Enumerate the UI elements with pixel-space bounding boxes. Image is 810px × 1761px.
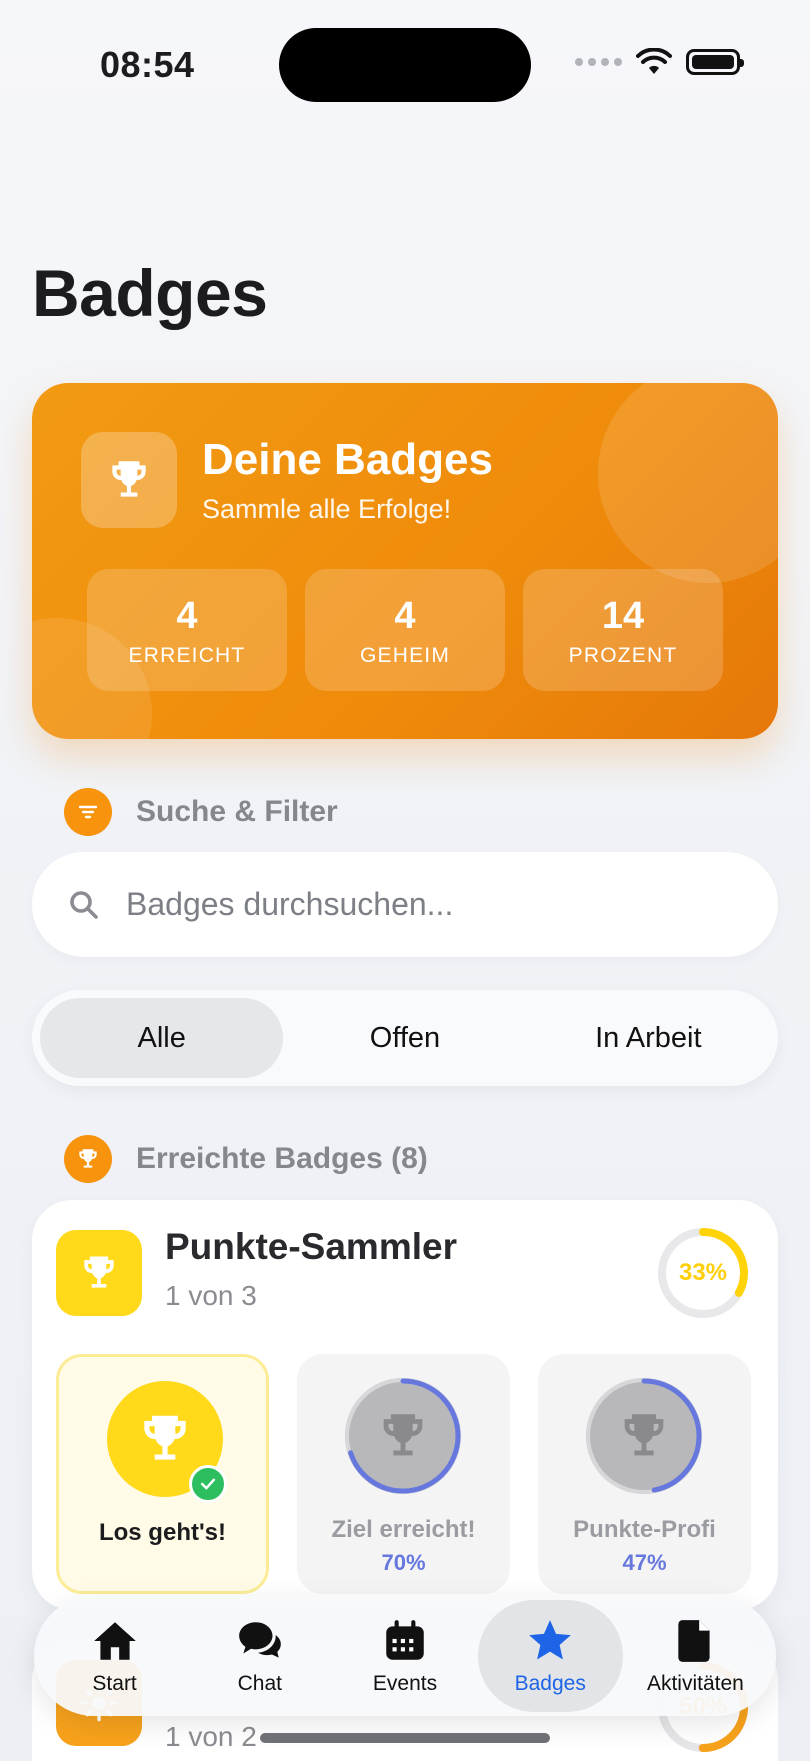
house-icon (93, 1622, 136, 1660)
decorative-circle (598, 383, 778, 583)
tab-start[interactable]: Start (42, 1600, 187, 1712)
cellular-signal-icon (575, 58, 622, 66)
progress-ring (586, 1378, 702, 1494)
wifi-icon (636, 48, 672, 74)
badge-tile-punkte-profi[interactable]: Punkte-Profi 47% (538, 1354, 751, 1594)
stat-achieved: 4 ERREICHT (87, 569, 287, 691)
calendar-icon (386, 1620, 424, 1660)
home-indicator (260, 1733, 550, 1743)
chat-bubbles-icon (238, 1622, 281, 1658)
tab-label: Badges (514, 1672, 586, 1695)
dynamic-island (279, 28, 531, 102)
badge-name: Los geht's! (98, 1519, 227, 1546)
tab-label: Chat (237, 1672, 282, 1695)
status-time: 08:54 (100, 44, 195, 85)
badge-group-subtitle: 1 von 3 (165, 1280, 257, 1311)
badges-screen: 08:54 Badges Deine Badges Sammle alle Er… (0, 0, 810, 1761)
stat-secret: 4 GEHEIM (305, 569, 505, 691)
stat-value: 4 (394, 595, 416, 637)
segment-offen[interactable]: Offen (283, 998, 526, 1078)
star-icon (529, 1620, 572, 1660)
achieved-section-header: Erreichte Badges (8) (64, 1135, 428, 1183)
badge-progress-percent: 70% (381, 1550, 426, 1575)
section-label: Suche & Filter (136, 795, 338, 828)
badge-group-title: Punkte-Sammler (165, 1226, 457, 1267)
badge-name: Ziel erreicht! (331, 1516, 476, 1543)
trophy-icon (81, 432, 177, 528)
hero-title: Deine Badges (202, 435, 493, 484)
tab-aktivitaeten[interactable]: Aktivitäten (623, 1600, 768, 1712)
filter-section-header: Suche & Filter (64, 788, 338, 836)
tab-badges[interactable]: Badges (477, 1600, 623, 1712)
status-icons (575, 48, 744, 76)
filter-icon (64, 788, 112, 836)
search-icon (70, 890, 98, 919)
badge-progress-percent: 47% (622, 1550, 667, 1575)
tab-chat[interactable]: Chat (187, 1600, 332, 1712)
badges-summary-card: Deine Badges Sammle alle Erfolge! 4 ERRE… (32, 383, 778, 739)
badge-group-subtitle: 1 von 2 (165, 1721, 257, 1752)
tab-bar: Start Chat Events Badges Aktivitäten (34, 1596, 776, 1716)
badge-group-card[interactable]: Punkte-Sammler 1 von 3 33% Los geht's! Z… (32, 1200, 778, 1610)
stat-label: GEHEIM (359, 644, 451, 667)
search-bar[interactable] (32, 852, 778, 957)
search-input[interactable] (126, 886, 686, 923)
tab-label: Events (372, 1672, 438, 1695)
progress-percent: 33% (678, 1259, 728, 1286)
trophy-icon (64, 1135, 112, 1183)
badge-tile-ziel-erreicht[interactable]: Ziel erreicht! 70% (297, 1354, 510, 1594)
document-icon (678, 1620, 710, 1662)
page-title: Badges (32, 256, 268, 330)
stat-label: ERREICHT (128, 644, 246, 667)
trophy-icon (56, 1230, 142, 1316)
hero-subtitle: Sammle alle Erfolge! (202, 494, 452, 524)
segment-alle[interactable]: Alle (40, 998, 284, 1078)
filter-segmented-control: Alle Offen In Arbeit (32, 990, 778, 1086)
stat-label: PROZENT (568, 644, 678, 667)
checkmark-icon (189, 1465, 227, 1503)
segment-in-arbeit[interactable]: In Arbeit (527, 998, 770, 1078)
badge-tile-los-gehts[interactable]: Los geht's! (56, 1354, 269, 1594)
tab-label: Aktivitäten (646, 1672, 744, 1695)
stat-percent: 14 PROZENT (523, 569, 723, 691)
section-label: Erreichte Badges (8) (136, 1142, 428, 1175)
progress-ring (345, 1378, 461, 1494)
tab-label: Start (92, 1672, 137, 1695)
stat-value: 4 (176, 595, 198, 637)
tab-events[interactable]: Events (332, 1600, 477, 1712)
badge-name: Punkte-Profi (573, 1516, 716, 1543)
stat-value: 14 (601, 595, 645, 637)
battery-icon (686, 49, 744, 75)
